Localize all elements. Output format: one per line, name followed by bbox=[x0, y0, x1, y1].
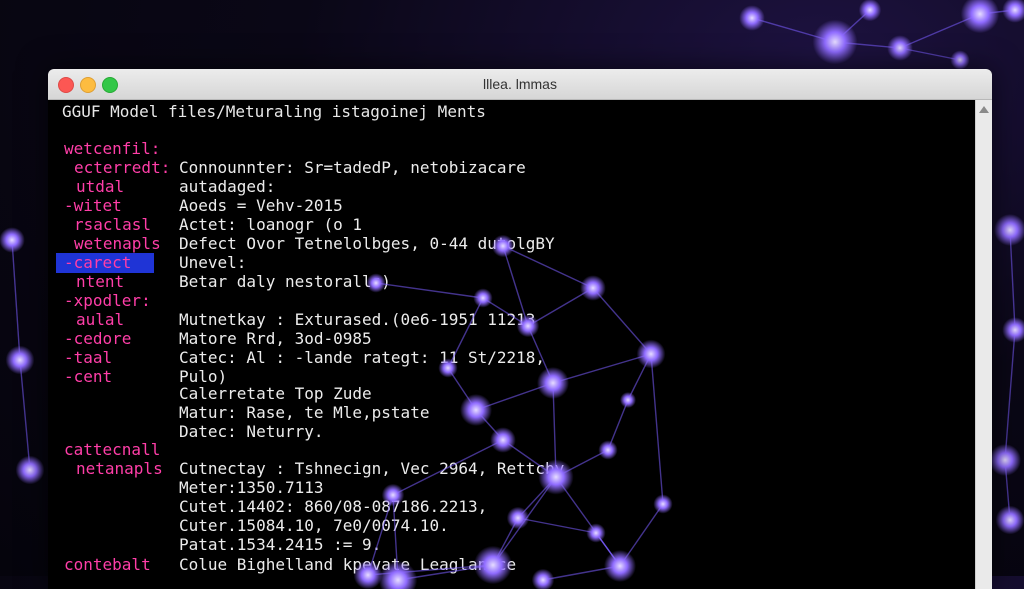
network-edge bbox=[447, 367, 477, 411]
label-ecterredt: ecterredt: bbox=[74, 158, 171, 177]
label-ntent: ntent bbox=[76, 272, 125, 291]
network-node bbox=[995, 505, 1024, 535]
vertical-scrollbar[interactable] bbox=[975, 100, 992, 589]
network-node bbox=[473, 288, 493, 308]
network-node bbox=[490, 427, 516, 453]
network-edge bbox=[19, 359, 31, 471]
label-cedore: -cedore bbox=[64, 329, 132, 348]
network-node bbox=[586, 523, 606, 543]
label-carect-selected[interactable]: -carect bbox=[64, 254, 131, 272]
network-node bbox=[620, 392, 636, 408]
network-edge bbox=[492, 476, 557, 566]
network-edge bbox=[650, 353, 664, 505]
network-node bbox=[887, 35, 913, 61]
label-witet: -witet bbox=[64, 196, 122, 215]
value-line: autadaged: bbox=[179, 177, 276, 196]
value-line: Calerretate Top Zude bbox=[179, 384, 372, 403]
network-edge bbox=[627, 353, 652, 401]
label-netanapls: netanapls bbox=[76, 459, 163, 478]
network-edge bbox=[607, 399, 629, 451]
network-node bbox=[1002, 317, 1024, 343]
network-edge bbox=[517, 517, 597, 534]
label-aulal: aulal bbox=[76, 310, 125, 329]
network-node bbox=[1002, 0, 1024, 23]
network-edge bbox=[527, 287, 594, 327]
value-line: Colue Bighelland kpevate Leaglanice bbox=[179, 555, 517, 574]
value-line: Aoeds = Vehv-2015 bbox=[179, 196, 343, 215]
value-line: Meter:1350.7113 bbox=[179, 478, 324, 497]
title-bar: lllea. lmmas bbox=[48, 69, 992, 100]
network-node bbox=[812, 19, 858, 65]
network-edge bbox=[555, 476, 621, 567]
network-node bbox=[5, 345, 35, 375]
network-node bbox=[739, 5, 765, 31]
value-line: Patat.1534.2415 := 9. bbox=[179, 535, 382, 554]
value-line: Cutnectay : Tshnecign, Vec 2964, Rettcby bbox=[179, 459, 565, 478]
network-node bbox=[636, 339, 666, 369]
value-line: Unevel: bbox=[179, 253, 247, 272]
network-node bbox=[537, 367, 569, 399]
network-edge bbox=[1004, 329, 1016, 461]
network-edge bbox=[592, 287, 652, 355]
label-wetcenfil: wetcenfil: bbox=[64, 139, 161, 158]
value-line: Mutnetkay : Exturased.(0e6-1951 11213 bbox=[179, 310, 536, 329]
label-cattecnall: cattecnall bbox=[64, 440, 161, 459]
network-edge bbox=[11, 239, 21, 361]
network-node bbox=[580, 275, 606, 301]
value-line: Matore Rrd, 3od-0985 bbox=[179, 329, 372, 348]
label-cent: -cent bbox=[64, 367, 113, 386]
value-line: Catec: Al : -lande rategt: 11 St/2218, bbox=[179, 348, 546, 367]
label-wetenapls: wetenapls bbox=[74, 234, 161, 253]
terminal-header-line: GGUF Model files/Meturaling istagoinej M… bbox=[62, 102, 486, 121]
network-edge bbox=[542, 565, 621, 581]
terminal-window: lllea. lmmas GGUF Model files/Meturaling… bbox=[48, 69, 992, 589]
network-edge bbox=[475, 409, 504, 441]
network-node bbox=[604, 550, 636, 582]
network-node bbox=[994, 214, 1024, 246]
network-edge bbox=[595, 532, 621, 567]
label-taal: -taal bbox=[64, 348, 113, 367]
label-rsaclasl: rsaclasl bbox=[74, 215, 152, 234]
network-node bbox=[531, 568, 555, 589]
label-xpodler: -xpodler: bbox=[64, 291, 151, 310]
network-node bbox=[960, 0, 1000, 34]
network-node bbox=[506, 506, 530, 530]
window-title: lllea. lmmas bbox=[483, 76, 557, 92]
scroll-up-arrow-icon[interactable] bbox=[979, 106, 989, 113]
network-node bbox=[0, 227, 25, 253]
value-line: Betar daly nestoralls) bbox=[179, 272, 391, 291]
network-node bbox=[460, 394, 492, 426]
label-utdal: utdal bbox=[76, 177, 125, 196]
network-edge bbox=[475, 382, 554, 411]
network-edge bbox=[517, 476, 557, 519]
network-node bbox=[15, 455, 45, 485]
value-line: Connounnter: Sr=tadedP, netobizacare bbox=[179, 158, 526, 177]
value-line: Matur: Rase, te Mle,pstate bbox=[179, 403, 430, 422]
network-node bbox=[989, 444, 1021, 476]
network-node bbox=[653, 494, 673, 514]
value-line: Cuter.15084.10, 7e0/0074.10. bbox=[179, 516, 449, 535]
value-line: Cutet.14402: 860/08-087186.2213, bbox=[179, 497, 488, 516]
network-edge bbox=[619, 503, 664, 567]
network-edge bbox=[552, 353, 652, 384]
value-line: Actet: loanogr (o 1 bbox=[179, 215, 363, 234]
network-edge bbox=[595, 532, 621, 567]
value-line: Datec: Neturry. bbox=[179, 422, 324, 441]
label-contebalt: contebalt bbox=[64, 555, 151, 574]
network-node bbox=[598, 440, 618, 460]
terminal-content[interactable]: GGUF Model files/Meturaling istagoinej M… bbox=[48, 100, 976, 589]
network-node bbox=[950, 50, 970, 70]
value-line: Defect Ovor Tetnelolbges, 0-44 dutolgBY bbox=[179, 234, 555, 253]
network-edge bbox=[375, 282, 484, 299]
